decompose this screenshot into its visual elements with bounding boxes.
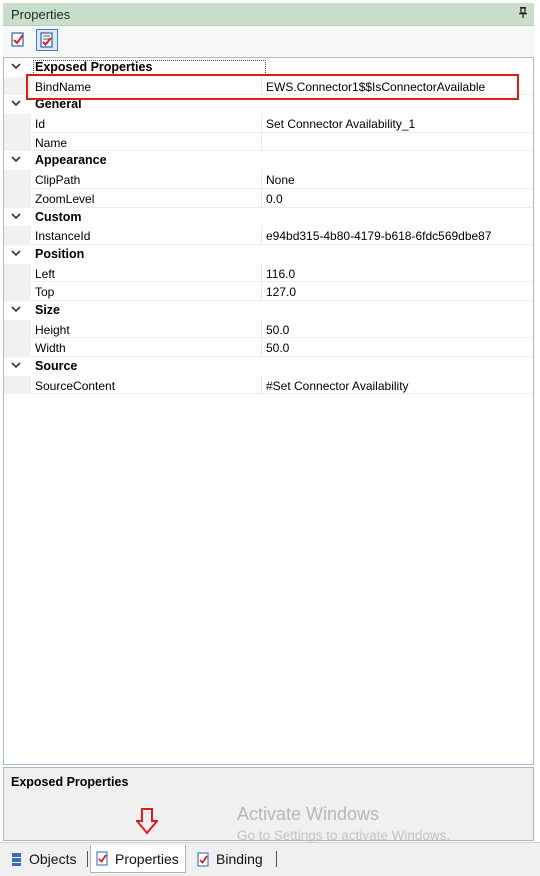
category-name: Position <box>35 246 85 261</box>
property-row[interactable]: Top 127.0 <box>4 282 533 301</box>
watermark-subtitle: Go to Settings to activate Windows. <box>237 828 451 843</box>
pin-icon[interactable] <box>518 6 528 21</box>
property-name: InstanceId <box>35 229 91 244</box>
property-value[interactable]: Set Connector Availability_1 <box>266 117 415 131</box>
property-name: Width <box>35 341 66 356</box>
row-gutter <box>4 132 31 152</box>
property-grid[interactable]: Exposed Properties BindName EWS.Connector1… <box>3 57 534 765</box>
binding-icon <box>197 852 209 866</box>
tab-label: Binding <box>216 851 263 867</box>
category-row[interactable]: Position <box>4 245 533 264</box>
column-divider <box>261 263 262 283</box>
property-value[interactable]: 50.0 <box>266 341 289 355</box>
chevron-down-icon[interactable] <box>10 60 22 72</box>
row-gutter <box>4 114 31 133</box>
category-name: Source <box>35 359 78 373</box>
properties-icon <box>96 851 108 866</box>
watermark-title: Activate Windows <box>237 804 380 824</box>
chevron-down-icon[interactable] <box>10 153 22 165</box>
category-row[interactable]: Custom <box>4 208 533 227</box>
property-value[interactable]: #Set Connector Availability <box>266 379 409 393</box>
categorized-button[interactable] <box>8 29 30 51</box>
column-divider <box>261 170 262 189</box>
column-divider <box>261 282 262 301</box>
category-row[interactable]: Size <box>4 301 533 320</box>
property-value[interactable]: 50.0 <box>266 323 289 337</box>
property-name: Name <box>35 135 68 150</box>
chevron-down-icon[interactable] <box>10 97 22 109</box>
row-divider <box>31 393 533 395</box>
objects-icon <box>12 852 21 866</box>
column-divider <box>261 375 262 395</box>
property-name: ZoomLevel <box>35 191 95 206</box>
column-divider <box>261 319 262 339</box>
property-row[interactable]: Width 50.0 <box>4 338 533 357</box>
column-divider <box>261 132 262 152</box>
column-divider <box>261 114 262 133</box>
property-value[interactable]: None <box>266 173 295 187</box>
category-row[interactable]: Appearance <box>4 151 533 170</box>
description-title: Exposed Properties <box>11 775 129 789</box>
tab-objects[interactable]: Objects <box>9 847 76 871</box>
property-row[interactable]: ClipPath None <box>4 170 533 189</box>
chevron-down-icon[interactable] <box>10 210 22 222</box>
property-row[interactable]: Name <box>4 132 533 152</box>
column-divider <box>261 338 262 357</box>
column-divider <box>261 188 262 208</box>
property-name: Left <box>35 266 56 281</box>
properties-page-icon <box>40 32 53 48</box>
property-value[interactable]: e94bd315-4b80-4179-b618-6fdc569dbe87 <box>266 229 492 243</box>
categorized-icon <box>11 32 24 47</box>
property-name: ClipPath <box>35 173 81 188</box>
property-row[interactable]: ZoomLevel 0.0 <box>4 188 533 208</box>
property-name: Height <box>35 322 70 337</box>
annotation-highlight-box <box>26 74 519 100</box>
down-arrow-icon <box>136 808 158 835</box>
row-gutter <box>4 375 31 395</box>
chevron-down-icon[interactable] <box>10 303 22 315</box>
row-gutter <box>4 282 31 301</box>
row-gutter <box>4 188 31 208</box>
category-name: Size <box>35 302 61 317</box>
tab-label: Properties <box>115 850 179 867</box>
row-gutter <box>4 319 31 339</box>
row-gutter <box>4 170 31 189</box>
category-name: Custom <box>35 209 82 224</box>
property-row[interactable]: Id Set Connector Availability_1 <box>4 114 533 133</box>
panel-title: Properties <box>11 7 71 22</box>
category-row[interactable]: Source <box>4 357 533 376</box>
property-row[interactable]: SourceContent #Set Connector Availability <box>4 375 533 395</box>
property-row[interactable]: Left 116.0 <box>4 263 533 283</box>
chevron-down-icon[interactable] <box>10 247 22 259</box>
row-gutter <box>4 338 31 357</box>
properties-page-button[interactable] <box>36 29 58 51</box>
toolbar <box>3 26 534 56</box>
property-name: Top <box>35 285 55 300</box>
category-name: Appearance <box>35 153 107 168</box>
panel-titlebar: Properties <box>3 3 534 26</box>
column-divider <box>261 226 262 245</box>
tab-binding[interactable]: Binding <box>196 847 263 871</box>
property-row[interactable]: InstanceId e94bd315-4b80-4179-b618-6fdc56… <box>4 226 533 245</box>
property-name: Id <box>35 117 46 132</box>
bottom-tab-bar: Objects Properties Binding <box>0 842 540 876</box>
tab-label: Objects <box>29 851 77 867</box>
property-name: SourceContent <box>35 378 116 393</box>
chevron-down-icon[interactable] <box>10 359 22 371</box>
property-value[interactable]: 127.0 <box>266 285 296 299</box>
row-gutter <box>4 226 31 245</box>
property-value[interactable]: 116.0 <box>266 267 295 281</box>
tab-divider <box>276 851 277 867</box>
row-gutter <box>4 263 31 283</box>
focus-rectangle <box>33 60 266 75</box>
tab-divider <box>87 851 88 867</box>
property-row[interactable]: Height 50.0 <box>4 319 533 339</box>
property-value[interactable]: 0.0 <box>266 192 283 206</box>
tab-properties[interactable]: Properties <box>90 845 186 873</box>
